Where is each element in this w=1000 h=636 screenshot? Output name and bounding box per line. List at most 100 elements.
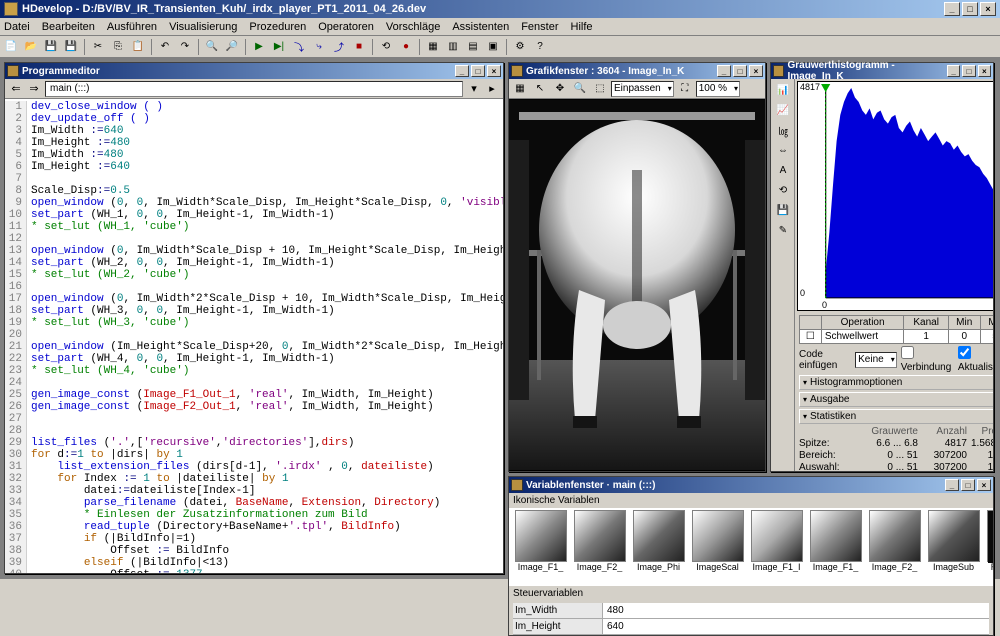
step-out-icon[interactable]: ⤴ [330,38,348,56]
thumb-1[interactable]: Image_F2_ [572,510,627,572]
thumb-3[interactable]: ImageScal [690,510,745,572]
iconic-variable-strip[interactable]: Image_F1_Image_F2_Image_PhiImageScalImag… [509,508,993,586]
close-button[interactable]: × [980,2,996,16]
repeat-find-icon[interactable]: 🔎 [223,38,241,56]
maximize-button[interactable]: □ [962,2,978,16]
graphic-titlebar[interactable]: Grafikfenster : 3604 - Image_In_K _ □ × [509,63,765,79]
gfx-fit-icon[interactable]: ⛶ [676,80,694,98]
gfx-zoom-icon[interactable]: 🔍 [571,80,589,98]
hist-row-checkbox[interactable]: ☐ [800,330,822,344]
path-dropdown-icon[interactable]: ▾ [467,82,481,95]
histogram-titlebar[interactable]: Grauwerthistogramm - Image_In_K _ □ × [771,63,993,79]
gfx-clear-icon[interactable]: ▦ [511,80,529,98]
var-minimize-button[interactable]: _ [945,479,959,491]
help-icon[interactable]: ? [531,38,549,56]
menu-hilfe[interactable]: Hilfe [571,21,593,33]
editor-icon [7,65,19,77]
gfx-maximize-button[interactable]: □ [733,65,747,77]
paste-icon[interactable]: 📋 [129,38,147,56]
variable-titlebar[interactable]: Variablenfenster · main (:::) _ □ × [509,477,993,493]
hist-tool-chart-icon[interactable]: 📊 [773,81,793,99]
thumb-2[interactable]: Image_Phi [631,510,686,572]
steuer-row[interactable]: Im_Width480 [513,603,989,619]
var-close-button[interactable]: × [977,479,991,491]
code-insert-dropdown[interactable]: Keine [855,352,897,368]
nav-fwd-icon[interactable]: ⇒ [27,82,41,95]
menu-datei[interactable]: Datei [4,21,30,33]
gfx-move-icon[interactable]: ✥ [551,80,569,98]
menu-vorschlaege[interactable]: Vorschläge [386,21,440,33]
copy-icon[interactable]: ⎘ [109,38,127,56]
step-over-icon[interactable]: ⤵ [290,38,308,56]
hist-minimize-button[interactable]: _ [947,65,960,77]
stop-icon[interactable]: ■ [350,38,368,56]
save-all-icon[interactable]: 💾 [62,38,80,56]
hist-tool-line-icon[interactable]: 📈 [773,101,793,119]
window-icon[interactable]: ▦ [424,38,442,56]
nav-back-icon[interactable]: ⇐ [9,82,23,95]
chk-verbindung[interactable]: Verbindung [901,346,954,373]
undo-icon[interactable]: ↶ [156,38,174,56]
run-icon[interactable]: ▶ [250,38,268,56]
gfx-zoomwin-icon[interactable]: ⬚ [591,80,609,98]
gfx-image-view[interactable] [509,99,765,471]
procedure-icon[interactable]: ⚙ [511,38,529,56]
gfx-pointer-icon[interactable]: ↖ [531,80,549,98]
new-file-icon[interactable]: 📄 [2,38,20,56]
editor-maximize-button[interactable]: □ [471,65,485,77]
var-maximize-button[interactable]: □ [961,479,975,491]
gfx-minimize-button[interactable]: _ [717,65,731,77]
hist-tool-reset-icon[interactable]: ⟲ [773,181,793,199]
menu-visualisierung[interactable]: Visualisierung [169,21,237,33]
window3-icon[interactable]: ▤ [464,38,482,56]
reset-icon[interactable]: ⟲ [377,38,395,56]
thumb-8[interactable]: Region_Lo [985,510,993,572]
menu-bearbeiten[interactable]: Bearbeiten [42,21,95,33]
window2-icon[interactable]: ▥ [444,38,462,56]
gfx-zoom-dropdown[interactable]: 100 % [696,81,740,97]
sec-ausgabe[interactable]: Ausgabe [799,392,993,407]
sec-histogrammoptionen[interactable]: Histogrammoptionen [799,375,993,390]
minimize-button[interactable]: _ [944,2,960,16]
sec-statistiken[interactable]: Statistiken [799,409,993,424]
hist-maximize-button[interactable]: □ [962,65,975,77]
redo-icon[interactable]: ↷ [176,38,194,56]
steuer-row[interactable]: Im_Height640 [513,619,989,635]
editor-minimize-button[interactable]: _ [455,65,469,77]
hist-tool-save-icon[interactable]: 💾 [773,201,793,219]
hist-tool-log-icon[interactable]: ㏒ [773,121,793,139]
gfx-close-button[interactable]: × [749,65,763,77]
hist-tool-auto-icon[interactable]: A [773,161,793,179]
chk-aktualisieren[interactable]: Aktualisieren [958,346,993,373]
menu-ausfuehren[interactable]: Ausführen [107,21,157,33]
graphic-title: Grafikfenster : 3604 - Image_In_K [526,66,684,77]
open-file-icon[interactable]: 📂 [22,38,40,56]
code-area[interactable]: 1dev_close_window ( )2dev_update_off ( )… [5,99,503,573]
cut-icon[interactable]: ✂ [89,38,107,56]
menu-prozeduren[interactable]: Prozeduren [249,21,306,33]
thumb-4[interactable]: Image_F1_I [749,510,804,572]
hist-tool-pick-icon[interactable]: ✎ [773,221,793,239]
gfx-fit-dropdown[interactable]: Einpassen [611,81,674,97]
program-editor-titlebar[interactable]: Programmeditor _ □ × [5,63,503,79]
save-icon[interactable]: 💾 [42,38,60,56]
menu-fenster[interactable]: Fenster [521,21,558,33]
procedure-path-input[interactable]: main (:::) [45,81,463,97]
nav-extra-icon[interactable]: ▸ [485,82,499,95]
thumb-0[interactable]: Image_F1_ [513,510,568,572]
hist-tool-range-icon[interactable]: ⇔ [773,141,793,159]
thumb-5[interactable]: Image_F1_ [808,510,863,572]
find-icon[interactable]: 🔍 [203,38,221,56]
menu-assistenten[interactable]: Assistenten [452,21,509,33]
thumb-7[interactable]: ImageSub [926,510,981,572]
hist-row-threshold[interactable]: ☐ Schwellwert 1 0 51 [800,330,994,344]
hist-close-button[interactable]: × [978,65,991,77]
thumb-6[interactable]: Image_F2_ [867,510,922,572]
run-step-icon[interactable]: ▶| [270,38,288,56]
histogram-plot[interactable]: 4817 0 0 51 51 [797,81,993,311]
step-into-icon[interactable]: ⤷ [310,38,328,56]
menu-operatoren[interactable]: Operatoren [318,21,374,33]
editor-close-button[interactable]: × [487,65,501,77]
window4-icon[interactable]: ▣ [484,38,502,56]
breakpoint-icon[interactable]: ● [397,38,415,56]
